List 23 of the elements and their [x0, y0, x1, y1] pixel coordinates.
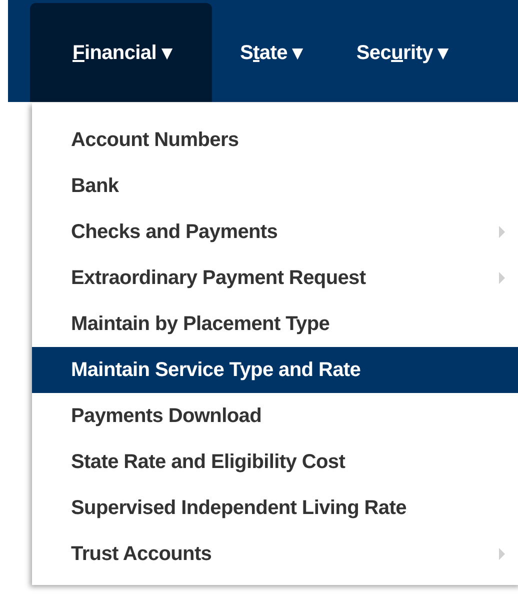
- menu-item-label: Extraordinary Payment Request: [71, 266, 366, 290]
- menu-item-label: Trust Accounts: [71, 542, 212, 566]
- menu-item[interactable]: Extraordinary Payment Request: [32, 255, 518, 301]
- menu-item[interactable]: Maintain by Placement Type: [32, 301, 518, 347]
- menu-item-label: Supervised Independent Living Rate: [71, 496, 406, 520]
- menu-item[interactable]: Bank: [32, 163, 518, 209]
- menu-item[interactable]: Maintain Service Type and Rate: [32, 347, 518, 393]
- menu-item[interactable]: Supervised Independent Living Rate: [32, 485, 518, 531]
- menu-item[interactable]: Checks and Payments: [32, 209, 518, 255]
- menu-item[interactable]: Trust Accounts: [32, 531, 518, 577]
- menu-item-label: Checks and Payments: [71, 220, 278, 244]
- nav-menu-tab[interactable]: Financial ▾: [30, 3, 212, 102]
- menu-item-label: Maintain Service Type and Rate: [71, 358, 361, 382]
- nav-menu-tab[interactable]: State ▾: [212, 3, 328, 102]
- menu-item-label: Bank: [71, 174, 119, 198]
- menu-item[interactable]: Payments Download: [32, 393, 518, 439]
- menu-item[interactable]: Account Numbers: [32, 117, 518, 163]
- nav-menu-tab[interactable]: Security ▾: [328, 3, 474, 102]
- menu-item-label: State Rate and Eligibility Cost: [71, 450, 346, 474]
- menu-item-label: Payments Download: [71, 404, 262, 428]
- menu-item-label: Maintain by Placement Type: [71, 312, 330, 336]
- menu-item-label: Account Numbers: [71, 128, 239, 152]
- menu-item[interactable]: State Rate and Eligibility Cost: [32, 439, 518, 485]
